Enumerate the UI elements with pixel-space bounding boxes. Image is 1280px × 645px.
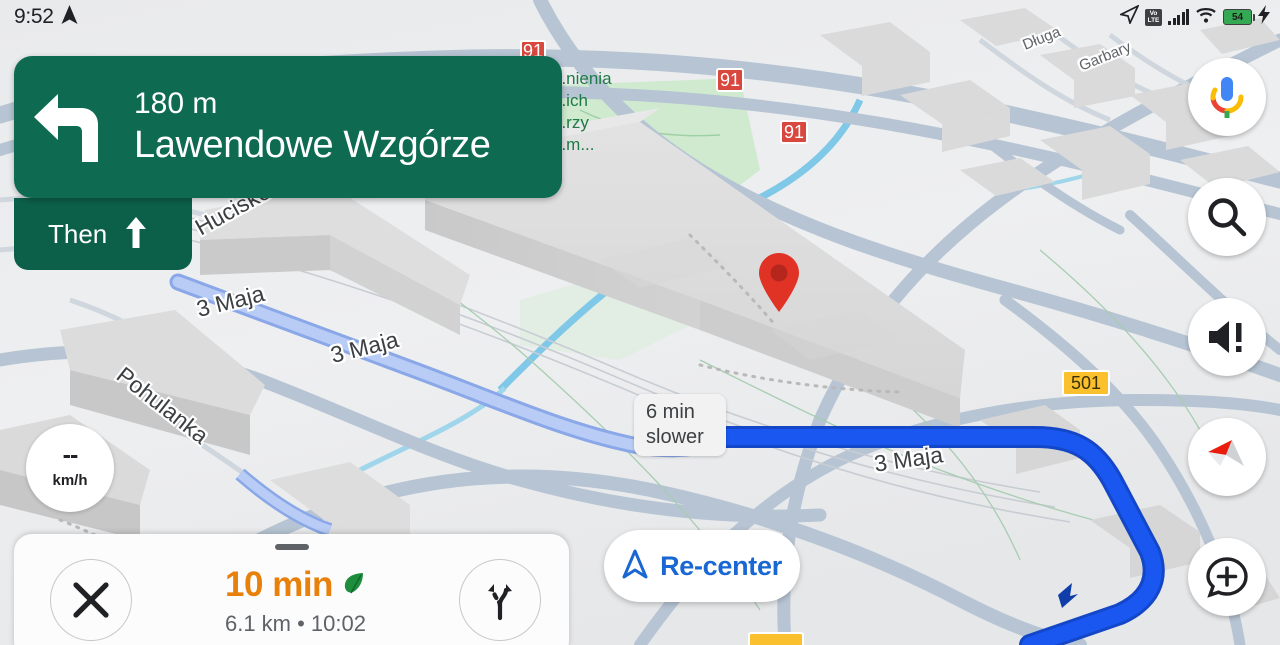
navigation-chevron-icon: [622, 549, 648, 584]
route-alternatives-button[interactable]: [459, 559, 541, 641]
compass-icon: [1208, 440, 1244, 466]
navigation-street-name: Lawendowe Wzgórze: [134, 124, 491, 166]
route-shield-501: 501: [1062, 370, 1110, 396]
sound-alerts-button[interactable]: [1188, 298, 1266, 376]
navigation-bottom-sheet[interactable]: 10 min 6.1 km • 10:02: [14, 534, 569, 645]
navigation-distance: 180 m: [134, 87, 218, 120]
compass-button[interactable]: [1188, 418, 1266, 496]
eta-duration: 10 min: [225, 565, 333, 604]
eta-row: 10 min: [132, 565, 459, 605]
then-label: Then: [48, 218, 108, 249]
turn-left-arrow-icon: [14, 90, 134, 164]
route-shield-91-b: 91: [716, 68, 744, 92]
speaker-alert-icon: [1209, 321, 1242, 353]
route-shield-bottom: [748, 632, 804, 645]
search-icon: [1208, 198, 1247, 237]
straight-up-arrow-icon: [123, 215, 149, 254]
recenter-button[interactable]: Re-center: [604, 530, 800, 602]
route-alternatives-icon: [488, 584, 512, 621]
close-x-icon: [73, 582, 109, 618]
navigation-arrow-icon: [61, 5, 78, 29]
volte-badge: Vo LTE: [1145, 8, 1162, 26]
alternate-route-callout[interactable]: 6 min slower: [634, 394, 726, 456]
signal-bars-icon: [1168, 9, 1189, 25]
map-pin-icon[interactable]: [758, 252, 800, 319]
clock: 9:52: [14, 5, 54, 28]
status-bar-left: 9:52: [14, 5, 78, 29]
callout-line-1: 6 min: [646, 401, 695, 423]
speech-bubble-plus-icon: [1206, 557, 1248, 598]
lightning-bolt-icon: [1258, 5, 1270, 29]
eta-details: 6.1 km • 10:02: [224, 611, 366, 636]
navigation-instruction-card[interactable]: 180 m Lawendowe Wzgórze: [14, 56, 562, 198]
status-bar: 9:52 Vo LTE 54: [0, 0, 1280, 34]
wifi-icon: [1195, 6, 1217, 29]
microphone-icon: [1210, 77, 1244, 118]
eco-leaf-icon: [342, 570, 366, 601]
recenter-label: Re-center: [660, 550, 782, 581]
sheet-drag-handle[interactable]: [274, 544, 309, 550]
then-maneuver-card: Then: [14, 198, 192, 270]
navigation-text-block: 180 m Lawendowe Wzgórze: [134, 86, 562, 168]
callout-line-2: slower: [646, 426, 704, 448]
speed-unit: km/h: [52, 471, 88, 489]
add-report-button[interactable]: [1188, 538, 1266, 616]
google-assistant-button[interactable]: [1188, 58, 1266, 136]
search-button[interactable]: [1188, 178, 1266, 256]
speed-value: --: [62, 440, 79, 469]
status-bar-right: Vo LTE 54: [1118, 4, 1270, 29]
route-shield-91-c: 91: [780, 120, 808, 144]
eta-block: 10 min 6.1 km • 10:02: [132, 545, 459, 637]
close-navigation-button[interactable]: [50, 559, 132, 641]
battery-indicator: 54: [1223, 9, 1255, 25]
navigation-arrow-icon: [1118, 4, 1140, 29]
speedometer[interactable]: -- km/h: [26, 424, 114, 512]
